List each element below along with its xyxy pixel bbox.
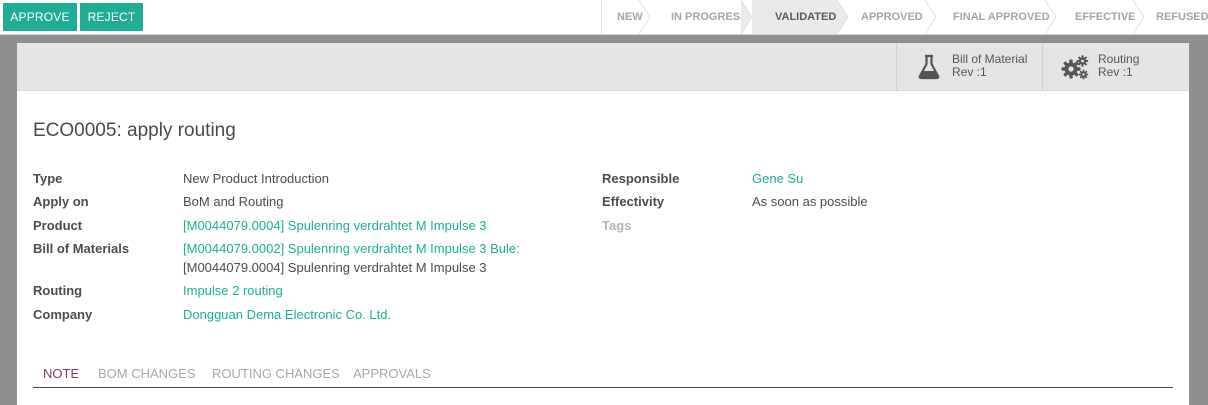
routing-smart-text: Routing Rev :1 bbox=[1098, 53, 1139, 79]
effectivity-value[interactable]: As soon as possible bbox=[752, 194, 868, 209]
tab-routing-changes[interactable]: ROUTING CHANGES bbox=[212, 366, 340, 381]
type-label: Type bbox=[33, 171, 63, 186]
stage-label: FINAL APPROVED bbox=[953, 11, 1050, 23]
bom-link-continuation[interactable]: [M0044079.0004] Spulenring verdrahtet M … bbox=[183, 260, 487, 275]
stage-approved[interactable]: APPROVED bbox=[848, 0, 937, 34]
stage-pipeline: NEW IN PROGRESS VALIDATED APPROVED FINAL… bbox=[601, 0, 1208, 34]
company-link[interactable]: Dongguan Dema Electronic Co. Ltd. bbox=[183, 307, 391, 322]
bom-smart-revision: Rev :1 bbox=[952, 65, 987, 79]
stage-label: EFFECTIVE bbox=[1075, 11, 1136, 23]
product-link[interactable]: [M0044079.0004] Spulenring verdrahtet M … bbox=[183, 218, 487, 233]
tags-label: Tags bbox=[602, 218, 632, 233]
notebook-tabs: NOTE BOM CHANGES ROUTING CHANGES APPROVA… bbox=[33, 365, 1173, 388]
gears-icon bbox=[1061, 55, 1089, 80]
tab-note[interactable]: NOTE bbox=[43, 366, 79, 381]
type-value[interactable]: New Product Introduction bbox=[183, 171, 329, 186]
routing-smart-button[interactable]: Routing Rev :1 bbox=[1042, 43, 1189, 91]
stage-label: REFUSED bbox=[1156, 11, 1208, 23]
flask-icon bbox=[918, 54, 940, 80]
effectivity-label: Effectivity bbox=[602, 194, 665, 209]
stage-final-approved[interactable]: FINAL APPROVED bbox=[936, 0, 1057, 34]
stage-label: VALIDATED bbox=[775, 11, 837, 23]
responsible-link[interactable]: Gene Su bbox=[752, 171, 803, 186]
tab-bom-changes[interactable]: BOM CHANGES bbox=[98, 366, 196, 381]
stage-new[interactable]: NEW bbox=[602, 0, 651, 34]
product-label: Product bbox=[33, 218, 83, 233]
smart-button-box: Bill of Material Rev :1 Routing Rev:1 bbox=[17, 43, 1189, 91]
bom-label: Bill of Materials bbox=[33, 241, 130, 256]
stage-label: IN PROGRESS bbox=[671, 11, 748, 23]
routing-label: Routing bbox=[33, 283, 83, 298]
stage-in-progress[interactable]: IN PROGRESS bbox=[650, 0, 753, 34]
stage-validated[interactable]: VALIDATED bbox=[752, 0, 849, 34]
bill-of-material-smart-button[interactable]: Bill of Material Rev :1 bbox=[896, 43, 1042, 91]
responsible-label: Responsible bbox=[602, 171, 680, 186]
bom-link[interactable]: [M0044079.0002] Spulenring verdrahtet M … bbox=[183, 241, 520, 256]
bom-smart-text: Bill of Material Rev :1 bbox=[952, 53, 1027, 79]
record-title: ECO0005: apply routing bbox=[33, 120, 236, 141]
apply-on-value[interactable]: BoM and Routing bbox=[183, 194, 283, 209]
company-label: Company bbox=[33, 307, 93, 322]
stage-refused[interactable]: REFUSED bbox=[1144, 0, 1208, 34]
tab-approvals[interactable]: APPROVALS bbox=[353, 366, 431, 381]
approve-button[interactable]: APPROVE bbox=[3, 3, 77, 31]
apply-on-label: Apply on bbox=[33, 194, 89, 209]
reject-button[interactable]: REJECT bbox=[80, 3, 143, 31]
stage-label: APPROVED bbox=[861, 11, 923, 23]
stage-effective[interactable]: EFFECTIVE bbox=[1056, 0, 1145, 34]
status-bar: APPROVE REJECT NEW IN PROGRESS VALIDATED… bbox=[0, 0, 1208, 35]
routing-link[interactable]: Impulse 2 routing bbox=[183, 283, 283, 298]
form-sheet: Bill of Material Rev :1 Routing Rev:1 E… bbox=[17, 43, 1189, 405]
routing-smart-revision: Rev :1 bbox=[1098, 65, 1133, 79]
